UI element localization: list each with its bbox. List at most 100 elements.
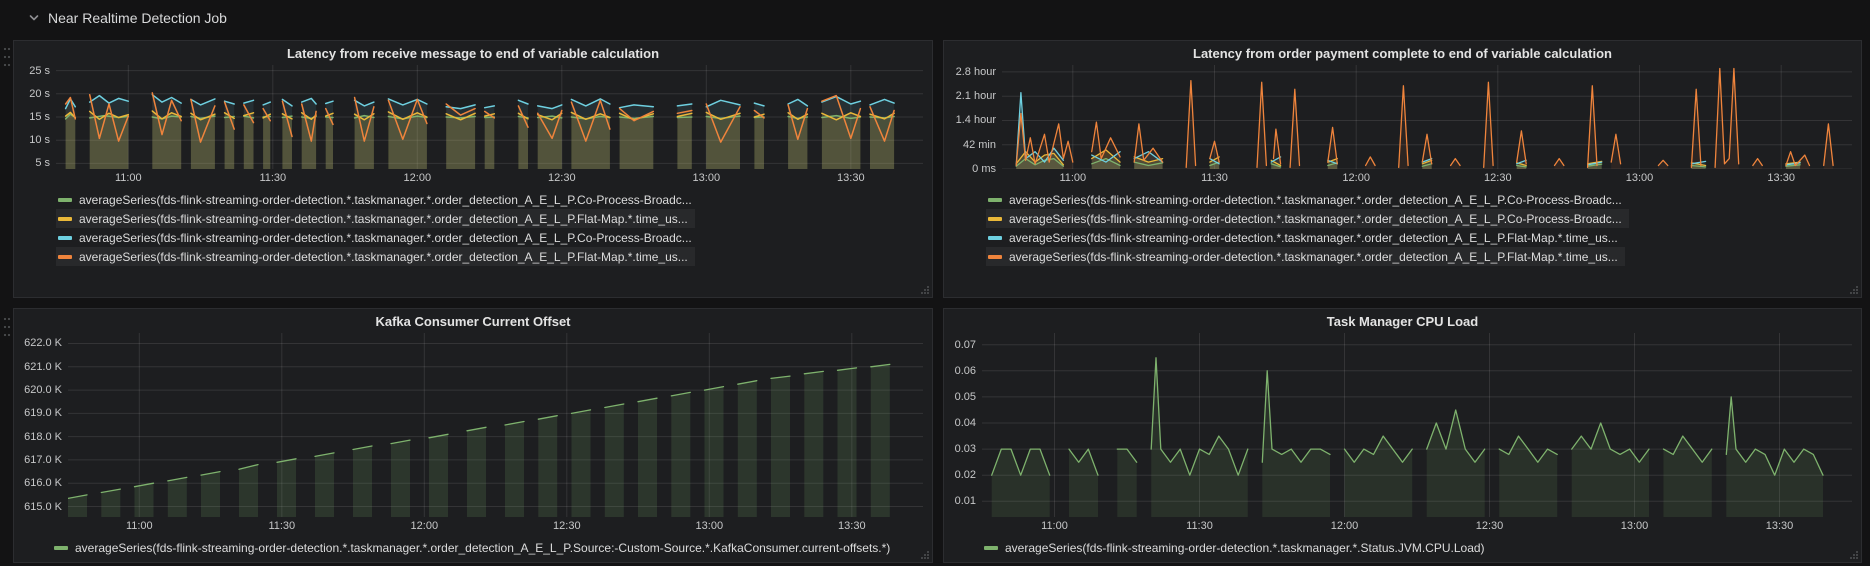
legend-label[interactable]: averageSeries(fds-flink-streaming-order-… bbox=[79, 193, 692, 207]
legend-item[interactable]: averageSeries(fds-flink-streaming-order-… bbox=[986, 228, 1625, 247]
legend-label[interactable]: averageSeries(fds-flink-streaming-order-… bbox=[1009, 231, 1618, 245]
x-tick-label: 12:30 bbox=[1484, 172, 1512, 184]
legend-color-swatch[interactable] bbox=[58, 198, 72, 202]
y-tick-label: 0.01 bbox=[955, 494, 976, 508]
panel-title[interactable]: Task Manager CPU Load bbox=[944, 309, 1861, 333]
legend-item[interactable]: averageSeries(fds-flink-streaming-order-… bbox=[986, 209, 1629, 228]
legend-color-swatch[interactable] bbox=[988, 255, 1002, 259]
legend-label[interactable]: averageSeries(fds-flink-streaming-order-… bbox=[1009, 250, 1618, 264]
row-drag-handle[interactable] bbox=[3, 46, 11, 70]
series-fill bbox=[1345, 436, 1413, 517]
row-drag-handle[interactable] bbox=[3, 316, 11, 340]
series-fill bbox=[505, 422, 524, 518]
x-tick-label: 12:30 bbox=[548, 172, 576, 184]
x-tick-label: 13:00 bbox=[1626, 172, 1654, 184]
x-tick-label: 11:30 bbox=[268, 520, 295, 532]
y-axis: 25 s20 s15 s10 s5 s bbox=[14, 65, 56, 169]
x-tick-label: 12:00 bbox=[1342, 172, 1370, 184]
panel-title[interactable]: Latency from order payment complete to e… bbox=[944, 41, 1861, 65]
chart-canvas[interactable] bbox=[56, 65, 923, 169]
chart-plot[interactable] bbox=[1002, 65, 1852, 169]
y-tick-label: 2.8 hour bbox=[956, 65, 996, 79]
legend-color-swatch[interactable] bbox=[988, 198, 1002, 202]
x-tick-label: 12:00 bbox=[404, 172, 432, 184]
chart-canvas[interactable] bbox=[68, 333, 923, 517]
legend-color-swatch[interactable] bbox=[988, 217, 1002, 221]
legend-label[interactable]: averageSeries(fds-flink-streaming-order-… bbox=[79, 250, 688, 264]
series-fill bbox=[605, 404, 624, 517]
series-fill bbox=[1290, 89, 1299, 169]
legend-item[interactable]: averageSeries(fds-flink-streaming-order-… bbox=[56, 190, 699, 209]
y-tick-label: 0 ms bbox=[972, 162, 996, 176]
row-title[interactable]: Near Realtime Detection Job bbox=[48, 10, 227, 26]
series-fill bbox=[168, 477, 187, 517]
row-header[interactable]: Near Realtime Detection Job bbox=[28, 6, 227, 30]
series-fill bbox=[391, 440, 410, 517]
legend: averageSeries(fds-flink-streaming-order-… bbox=[944, 538, 1861, 557]
y-tick-label: 0.04 bbox=[955, 416, 976, 430]
series-fill bbox=[1262, 371, 1330, 517]
x-tick-label: 12:30 bbox=[553, 520, 581, 532]
panel-title[interactable]: Kafka Consumer Current Offset bbox=[14, 309, 932, 333]
y-tick-label: 622.0 K bbox=[24, 336, 62, 350]
series-fill bbox=[1691, 89, 1701, 169]
legend-label[interactable]: averageSeries(fds-flink-streaming-order-… bbox=[79, 231, 692, 245]
x-tick-label: 13:00 bbox=[693, 172, 721, 184]
y-axis: 622.0 K621.0 K620.0 K619.0 K618.0 K617.0… bbox=[14, 333, 68, 517]
series-fill bbox=[135, 483, 154, 517]
legend-item[interactable]: averageSeries(fds-flink-streaming-order-… bbox=[986, 190, 1629, 209]
legend-item[interactable]: averageSeries(fds-flink-streaming-order-… bbox=[986, 247, 1625, 266]
chart-plot[interactable] bbox=[56, 65, 923, 169]
legend-item[interactable]: averageSeries(fds-flink-streaming-order-… bbox=[982, 538, 1492, 557]
legend-item[interactable]: averageSeries(fds-flink-streaming-order-… bbox=[52, 538, 897, 557]
series-fill bbox=[638, 398, 657, 517]
series-fill bbox=[572, 410, 591, 517]
legend-item[interactable]: averageSeries(fds-flink-streaming-order-… bbox=[56, 247, 695, 266]
panel-title[interactable]: Latency from receive message to end of v… bbox=[14, 41, 932, 65]
series-fill bbox=[201, 472, 220, 517]
chevron-down-icon[interactable] bbox=[28, 12, 40, 24]
series-line bbox=[677, 117, 691, 118]
legend-label[interactable]: averageSeries(fds-flink-streaming-order-… bbox=[1009, 193, 1622, 207]
x-tick-label: 12:00 bbox=[1331, 520, 1359, 532]
legend-color-swatch[interactable] bbox=[58, 236, 72, 240]
x-tick-label: 12:00 bbox=[411, 520, 439, 532]
x-tick-label: 13:30 bbox=[1766, 520, 1794, 532]
panel-task-manager-cpu-load: Task Manager CPU Load 0.070.060.050.040.… bbox=[943, 308, 1862, 563]
legend-label[interactable]: averageSeries(fds-flink-streaming-order-… bbox=[1005, 541, 1485, 555]
x-tick-label: 12:30 bbox=[1476, 520, 1504, 532]
legend-label[interactable]: averageSeries(fds-flink-streaming-order-… bbox=[1009, 212, 1622, 226]
chart-canvas[interactable] bbox=[1002, 65, 1852, 169]
series-fill bbox=[277, 459, 296, 517]
legend-label[interactable]: averageSeries(fds-flink-streaming-order-… bbox=[75, 541, 890, 555]
legend: averageSeries(fds-flink-streaming-order-… bbox=[14, 190, 932, 266]
legend-color-swatch[interactable] bbox=[984, 546, 998, 550]
legend-label[interactable]: averageSeries(fds-flink-streaming-order-… bbox=[79, 212, 688, 226]
y-tick-label: 620.0 K bbox=[24, 383, 62, 397]
panel-resize-handle[interactable] bbox=[920, 285, 930, 295]
y-tick-label: 0.06 bbox=[955, 364, 976, 378]
panel-resize-handle[interactable] bbox=[1849, 550, 1859, 560]
chart-plot[interactable] bbox=[982, 333, 1852, 517]
legend-item[interactable]: averageSeries(fds-flink-streaming-order-… bbox=[56, 209, 695, 228]
legend-color-swatch[interactable] bbox=[988, 236, 1002, 240]
series-fill bbox=[677, 111, 691, 170]
x-axis: 11:0011:3012:0012:3013:0013:30 bbox=[56, 169, 923, 187]
series-fill bbox=[738, 381, 757, 517]
series-fill bbox=[467, 427, 486, 517]
legend-item[interactable]: averageSeries(fds-flink-streaming-order-… bbox=[56, 228, 699, 247]
chart-plot[interactable] bbox=[68, 333, 923, 517]
x-axis: 11:0011:3012:0012:3013:0013:30 bbox=[68, 517, 923, 535]
legend-color-swatch[interactable] bbox=[58, 217, 72, 221]
legend-color-swatch[interactable] bbox=[58, 255, 72, 259]
chart-canvas[interactable] bbox=[982, 333, 1852, 517]
panel-resize-handle[interactable] bbox=[920, 550, 930, 560]
x-tick-label: 11:00 bbox=[1041, 520, 1068, 532]
series-fill bbox=[1824, 124, 1833, 169]
series-fill bbox=[1588, 86, 1597, 169]
series-fill bbox=[992, 449, 1050, 517]
panel-latency-order-payment: Latency from order payment complete to e… bbox=[943, 40, 1862, 298]
panel-resize-handle[interactable] bbox=[1849, 285, 1859, 295]
series-fill bbox=[771, 376, 790, 517]
legend-color-swatch[interactable] bbox=[54, 546, 68, 550]
